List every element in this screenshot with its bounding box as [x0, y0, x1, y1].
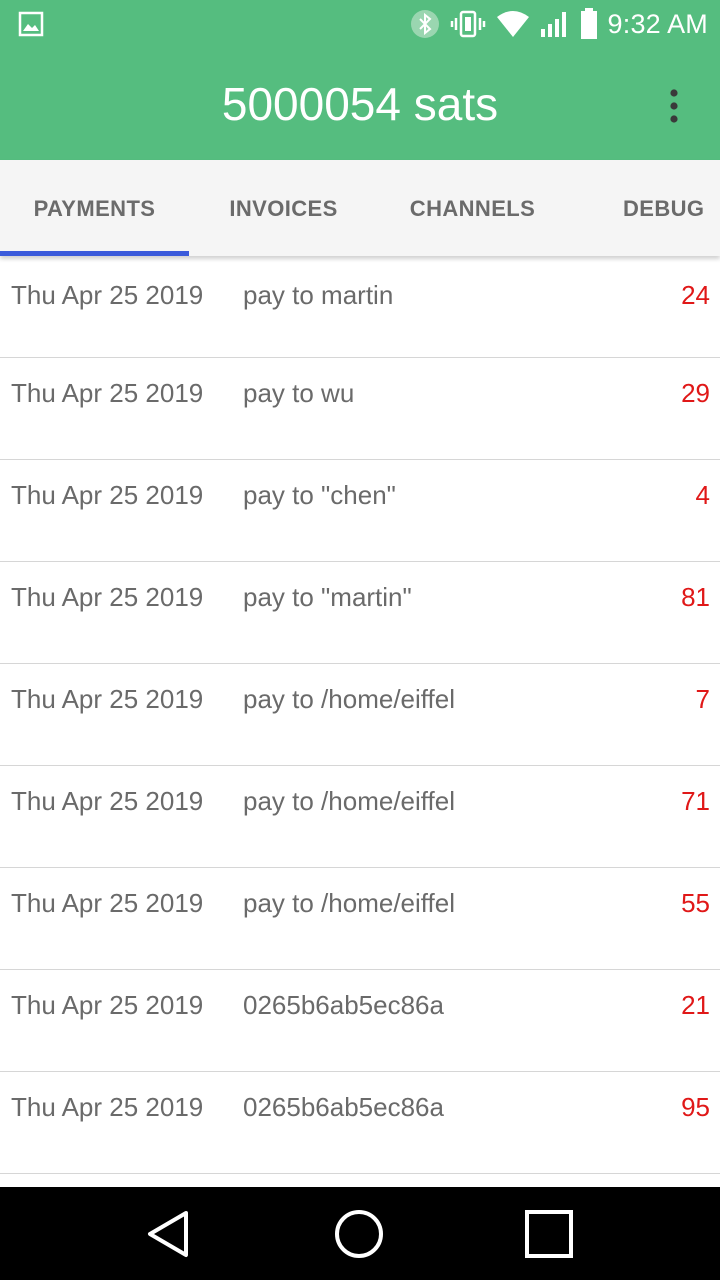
payment-memo: 0265b6ab5ec86a — [243, 990, 444, 1020]
payment-memo: pay to "martin" — [243, 582, 412, 612]
wifi-icon — [496, 11, 529, 37]
payment-date: Thu Apr 25 2019 — [11, 684, 204, 714]
payment-amount: 81 — [681, 582, 710, 612]
payment-list[interactable]: Thu Apr 25 2019 pay to martin 24 Thu Apr… — [0, 256, 720, 1187]
status-time: 9:32 AM — [607, 8, 708, 39]
app-header: 9:32 AM 5000054 sats — [0, 0, 720, 160]
payment-date: Thu Apr 25 2019 — [11, 786, 204, 816]
vibrate-icon — [450, 10, 485, 38]
payment-amount: 71 — [681, 786, 710, 816]
tab-bar: PAYMENTS INVOICES CHANNELS DEBUG — [0, 160, 720, 256]
payment-memo: pay to martin — [243, 280, 394, 310]
back-icon[interactable] — [140, 1205, 198, 1263]
payment-amount: 95 — [681, 1092, 710, 1122]
payment-date: Thu Apr 25 2019 — [11, 280, 204, 310]
payment-memo: pay to /home/eiffel — [243, 786, 455, 816]
status-icons: 9:32 AM — [410, 6, 708, 42]
payment-date: Thu Apr 25 2019 — [11, 582, 204, 612]
app-bar: 5000054 sats — [0, 48, 720, 160]
navigation-bar — [0, 1187, 720, 1280]
tab-indicator — [0, 251, 189, 256]
status-bar: 9:32 AM — [0, 0, 720, 48]
tab-payments[interactable]: PAYMENTS — [0, 160, 189, 256]
payment-date: Thu Apr 25 2019 — [11, 378, 204, 408]
payment-memo: pay to "chen" — [243, 480, 396, 510]
payment-date: Thu Apr 25 2019 — [11, 990, 204, 1020]
payment-amount: 24 — [681, 280, 710, 310]
payment-row[interactable]: Thu Apr 25 2019 pay to martin 24 — [0, 256, 720, 358]
overflow-menu-icon[interactable] — [658, 86, 690, 126]
battery-icon — [580, 8, 597, 39]
payment-row[interactable]: Thu Apr 25 2019 pay to /home/eiffel 71 — [0, 766, 720, 868]
tab-channels[interactable]: CHANNELS — [378, 160, 567, 256]
recents-icon[interactable] — [520, 1205, 578, 1263]
payment-memo: 0265b6ab5ec86a — [243, 1092, 444, 1122]
bluetooth-icon — [410, 10, 439, 38]
payment-amount: 21 — [681, 990, 710, 1020]
signal-icon — [540, 12, 566, 37]
payment-amount: 55 — [681, 888, 710, 918]
home-icon[interactable] — [330, 1205, 388, 1263]
payment-row[interactable]: Thu Apr 25 2019 pay to /home/eiffel 7 — [0, 664, 720, 766]
payment-date: Thu Apr 25 2019 — [11, 1092, 204, 1122]
payment-amount: 4 — [695, 480, 710, 510]
gallery-icon — [18, 11, 44, 37]
payment-date: Thu Apr 25 2019 — [11, 480, 204, 510]
balance-title: 5000054 sats — [221, 78, 499, 130]
tab-debug[interactable]: DEBUG — [567, 160, 720, 256]
payment-memo: pay to /home/eiffel — [243, 888, 455, 918]
payment-row[interactable]: Thu Apr 25 2019 pay to wu 29 — [0, 358, 720, 460]
payment-row[interactable]: Thu Apr 25 2019 pay to "chen" 4 — [0, 460, 720, 562]
payment-row[interactable]: Thu Apr 25 2019 pay to "martin" 81 — [0, 562, 720, 664]
payment-amount: 29 — [681, 378, 710, 408]
payment-row[interactable]: Thu Apr 25 2019 0265b6ab5ec86a 21 — [0, 970, 720, 1072]
payment-row[interactable]: Thu Apr 25 2019 pay to /home/eiffel 55 — [0, 868, 720, 970]
tab-invoices[interactable]: INVOICES — [189, 160, 378, 256]
payment-date: Thu Apr 25 2019 — [11, 888, 204, 918]
payment-memo: pay to wu — [243, 378, 355, 408]
payment-memo: pay to /home/eiffel — [243, 684, 455, 714]
payment-row[interactable]: Thu Apr 25 2019 0265b6ab5ec86a 95 — [0, 1072, 720, 1174]
payment-amount: 7 — [695, 684, 710, 714]
